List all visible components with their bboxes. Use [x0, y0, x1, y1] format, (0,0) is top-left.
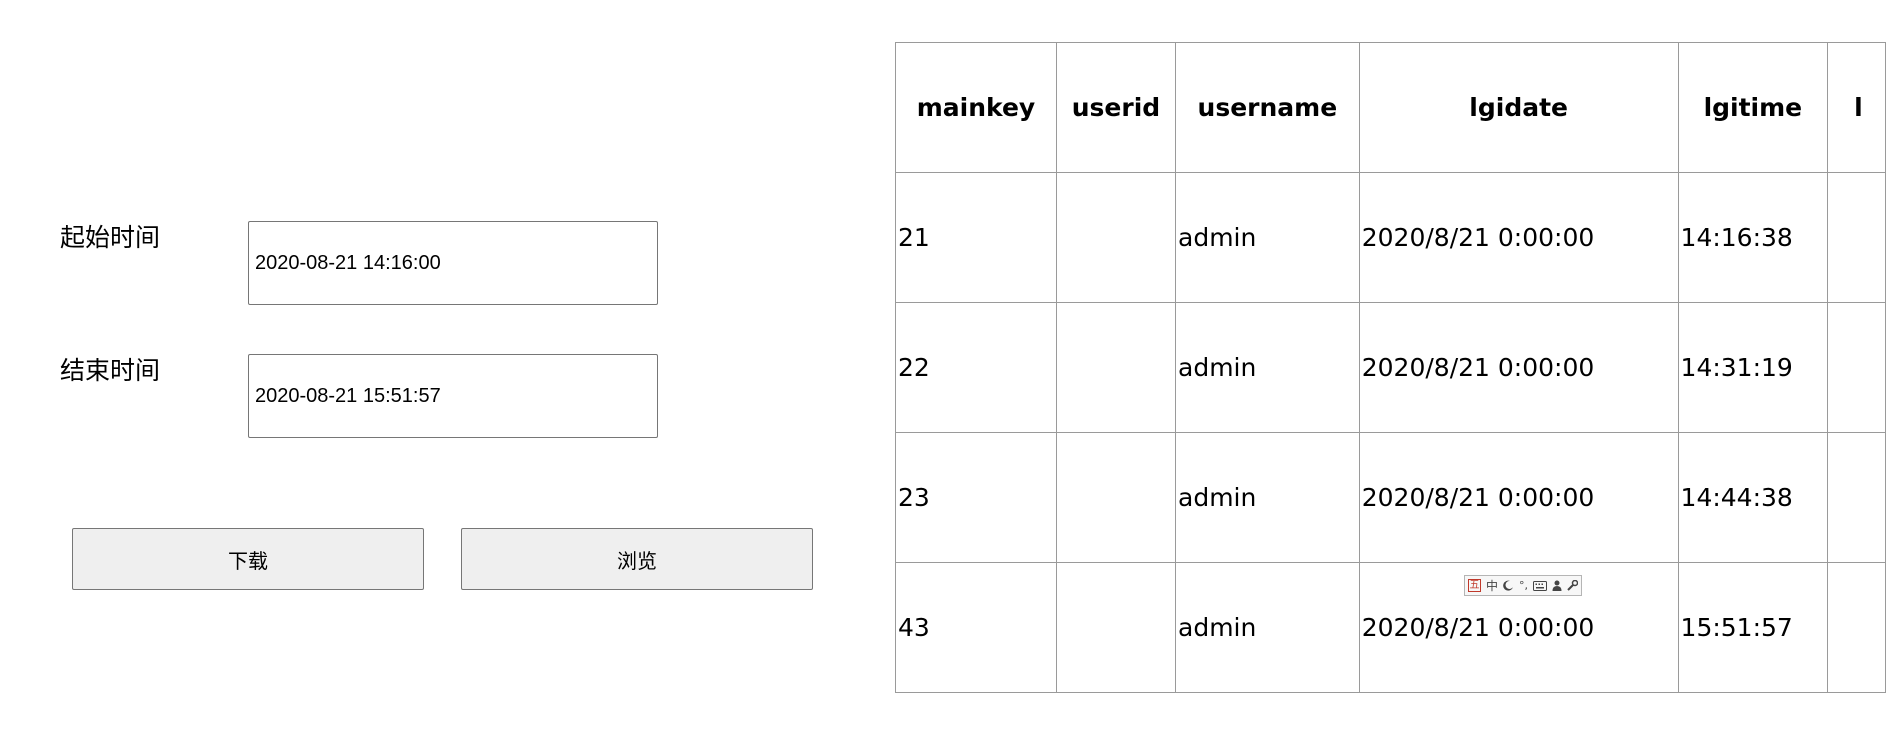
cell-mainkey: 22: [895, 302, 1057, 433]
cell-lgitime: 14:44:38: [1677, 432, 1829, 563]
cell-username: admin: [1175, 172, 1360, 303]
wrench-icon[interactable]: [1567, 580, 1579, 591]
ime-logo-icon[interactable]: 五: [1468, 579, 1481, 592]
user-icon[interactable]: [1552, 580, 1562, 591]
moon-icon[interactable]: [1503, 580, 1514, 591]
ime-mode-label[interactable]: 中: [1486, 580, 1498, 592]
keyboard-icon[interactable]: [1533, 580, 1548, 591]
cell-username: admin: [1175, 432, 1360, 563]
end-time-label: 结束时间: [60, 356, 161, 385]
cell-username: admin: [1175, 302, 1360, 433]
cell-username: admin: [1175, 562, 1360, 693]
cell-partial: [1827, 172, 1886, 303]
ime-toolbar[interactable]: 五 中 °,: [1464, 575, 1583, 596]
cell-lgidate: 2020/8/21 0:00:00: [1358, 432, 1679, 563]
cell-partial: [1827, 302, 1886, 433]
cell-partial: [1827, 432, 1886, 563]
browse-button[interactable]: 浏览: [461, 528, 813, 590]
cell-mainkey: 21: [895, 172, 1057, 303]
cell-userid: [1055, 172, 1177, 303]
cell-userid: [1055, 302, 1177, 433]
cell-mainkey: 43: [895, 562, 1057, 693]
cell-userid: [1055, 432, 1177, 563]
cell-userid: [1055, 562, 1177, 693]
table-header-row: mainkey userid username lgidate lgitime …: [895, 42, 1886, 173]
cell-partial: [1827, 562, 1886, 693]
table-row: 22 admin 2020/8/21 0:00:00 14:31:19: [895, 302, 1886, 433]
column-header-userid[interactable]: userid: [1055, 42, 1177, 173]
start-time-input[interactable]: [248, 221, 658, 305]
table-row: 21 admin 2020/8/21 0:00:00 14:16:38: [895, 172, 1886, 303]
punctuation-icon[interactable]: °,: [1519, 580, 1528, 591]
end-time-input[interactable]: [248, 354, 658, 438]
start-time-label: 起始时间: [60, 223, 161, 252]
log-table-container: mainkey userid username lgidate lgitime …: [895, 42, 1886, 693]
column-header-lgidate[interactable]: lgidate: [1358, 42, 1679, 173]
cell-lgidate: 2020/8/21 0:00:00: [1358, 172, 1679, 303]
page: 起始时间 结束时间 下载 浏览 mainkey userid username …: [0, 0, 1886, 737]
table-row: 23 admin 2020/8/21 0:00:00 14:44:38: [895, 432, 1886, 563]
cell-mainkey: 23: [895, 432, 1057, 563]
column-header-mainkey[interactable]: mainkey: [895, 42, 1057, 173]
column-header-username[interactable]: username: [1175, 42, 1360, 173]
log-table: mainkey userid username lgidate lgitime …: [895, 42, 1886, 693]
cell-lgitime: 14:31:19: [1677, 302, 1829, 433]
cell-lgitime: 15:51:57: [1677, 562, 1829, 693]
column-header-lgitime[interactable]: lgitime: [1677, 42, 1829, 173]
cell-lgitime: 14:16:38: [1677, 172, 1829, 303]
download-button[interactable]: 下载: [72, 528, 424, 590]
table-row: 43 admin 2020/8/21 0:00:00 15:51:57: [895, 562, 1886, 693]
column-header-partial[interactable]: l: [1827, 42, 1886, 173]
cell-lgidate: 2020/8/21 0:00:00: [1358, 302, 1679, 433]
